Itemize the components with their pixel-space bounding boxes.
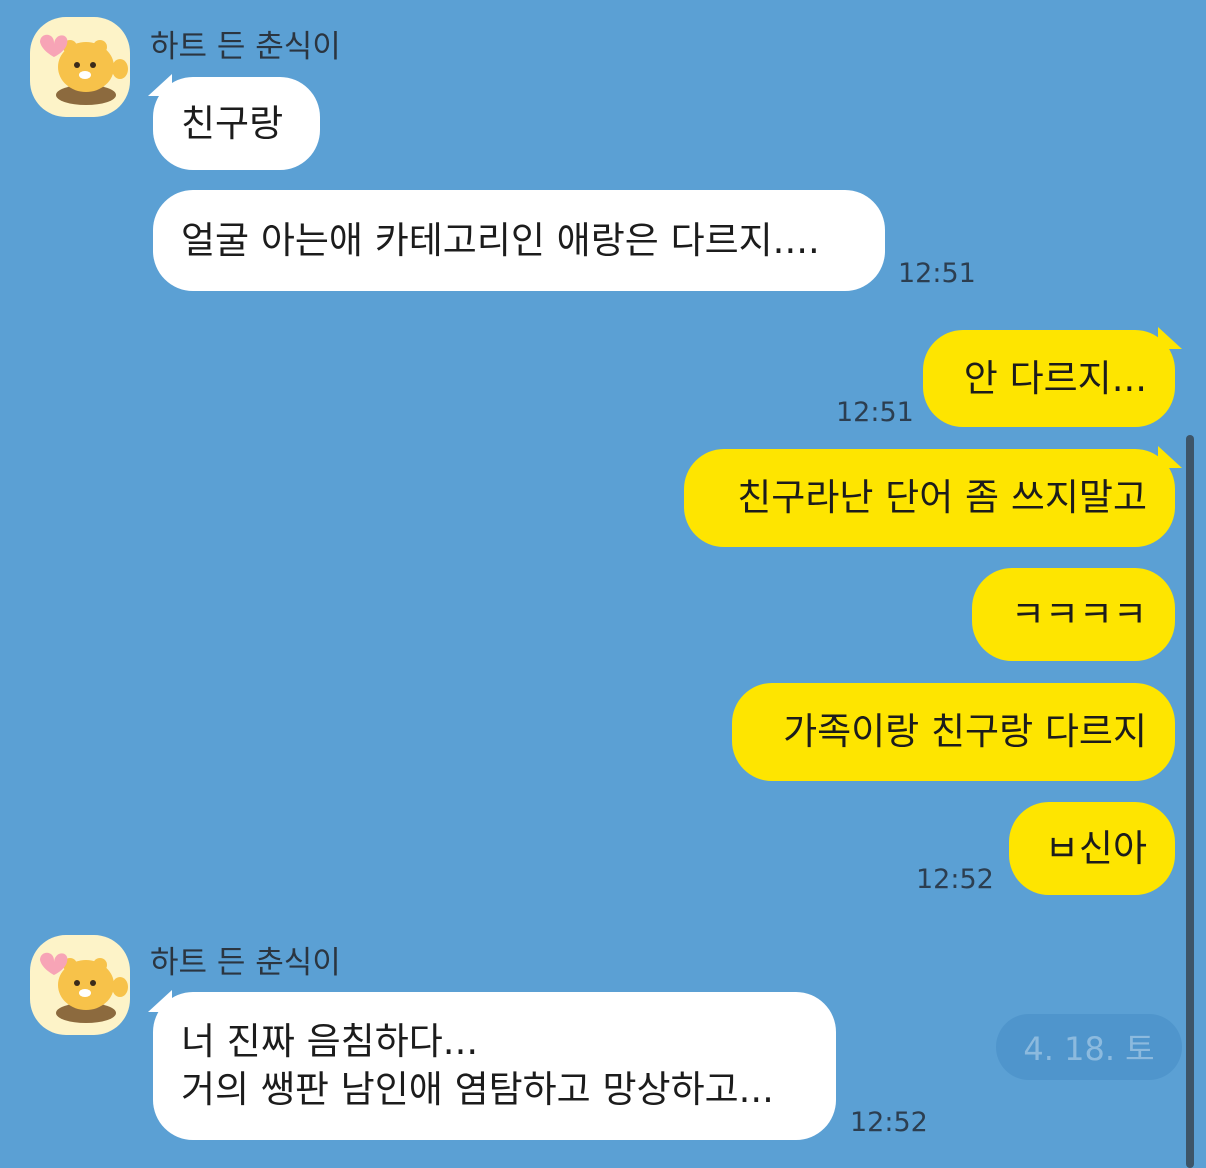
message-bubble-incoming[interactable]: 얼굴 아는애 카테고리인 애랑은 다르지....: [153, 190, 885, 291]
message-bubble-outgoing[interactable]: 가족이랑 친구랑 다르지: [732, 683, 1175, 781]
sender-name: 하트 든 춘식이: [150, 29, 341, 65]
message-time: 12:51: [898, 258, 976, 289]
sender-avatar[interactable]: [30, 17, 130, 117]
chat-room[interactable]: 하트 든 춘식이 친구랑 얼굴 아는애 카테고리인 애랑은 다르지.... 12…: [0, 0, 1206, 1168]
message-bubble-outgoing[interactable]: ㅂ신아: [1009, 802, 1175, 895]
message-text: ㅋㅋㅋㅋ: [1010, 592, 1147, 636]
chunsik-heart-avatar-icon: [40, 34, 128, 105]
message-bubble-incoming[interactable]: 친구랑: [153, 77, 320, 170]
message-bubble-outgoing[interactable]: 친구라난 단어 좀 쓰지말고: [684, 449, 1175, 547]
message-bubble-incoming[interactable]: 너 진짜 음침하다... 거의 쌩판 남인애 염탐하고 망상하고...: [153, 992, 836, 1140]
message-time: 12:52: [850, 1107, 928, 1138]
message-time: 12:52: [916, 864, 994, 895]
message-text: 가족이랑 친구랑 다르지: [783, 710, 1147, 753]
message-bubble-outgoing[interactable]: ㅋㅋㅋㅋ: [972, 568, 1175, 661]
message-text: 얼굴 아는애 카테고리인 애랑은 다르지....: [181, 218, 820, 262]
message-text: 거의 쌩판 남인애 염탐하고 망상하고...: [181, 1068, 774, 1111]
message-bubble-outgoing[interactable]: 안 다르지...: [923, 330, 1175, 427]
sender-avatar[interactable]: [30, 935, 130, 1035]
message-text: ㅂ신아: [1044, 826, 1147, 870]
message-text: 너 진짜 음침하다...: [181, 1020, 479, 1063]
message-text: 친구랑: [181, 101, 284, 145]
scrollbar[interactable]: [1186, 435, 1194, 1168]
date-indicator: 4. 18. 토: [996, 1014, 1182, 1080]
message-text: 안 다르지...: [963, 356, 1147, 400]
sender-name: 하트 든 춘식이: [150, 945, 341, 981]
message-time: 12:51: [836, 397, 914, 428]
message-text: 친구라난 단어 좀 쓰지말고: [737, 476, 1147, 519]
chunsik-heart-avatar-icon: [40, 952, 128, 1023]
